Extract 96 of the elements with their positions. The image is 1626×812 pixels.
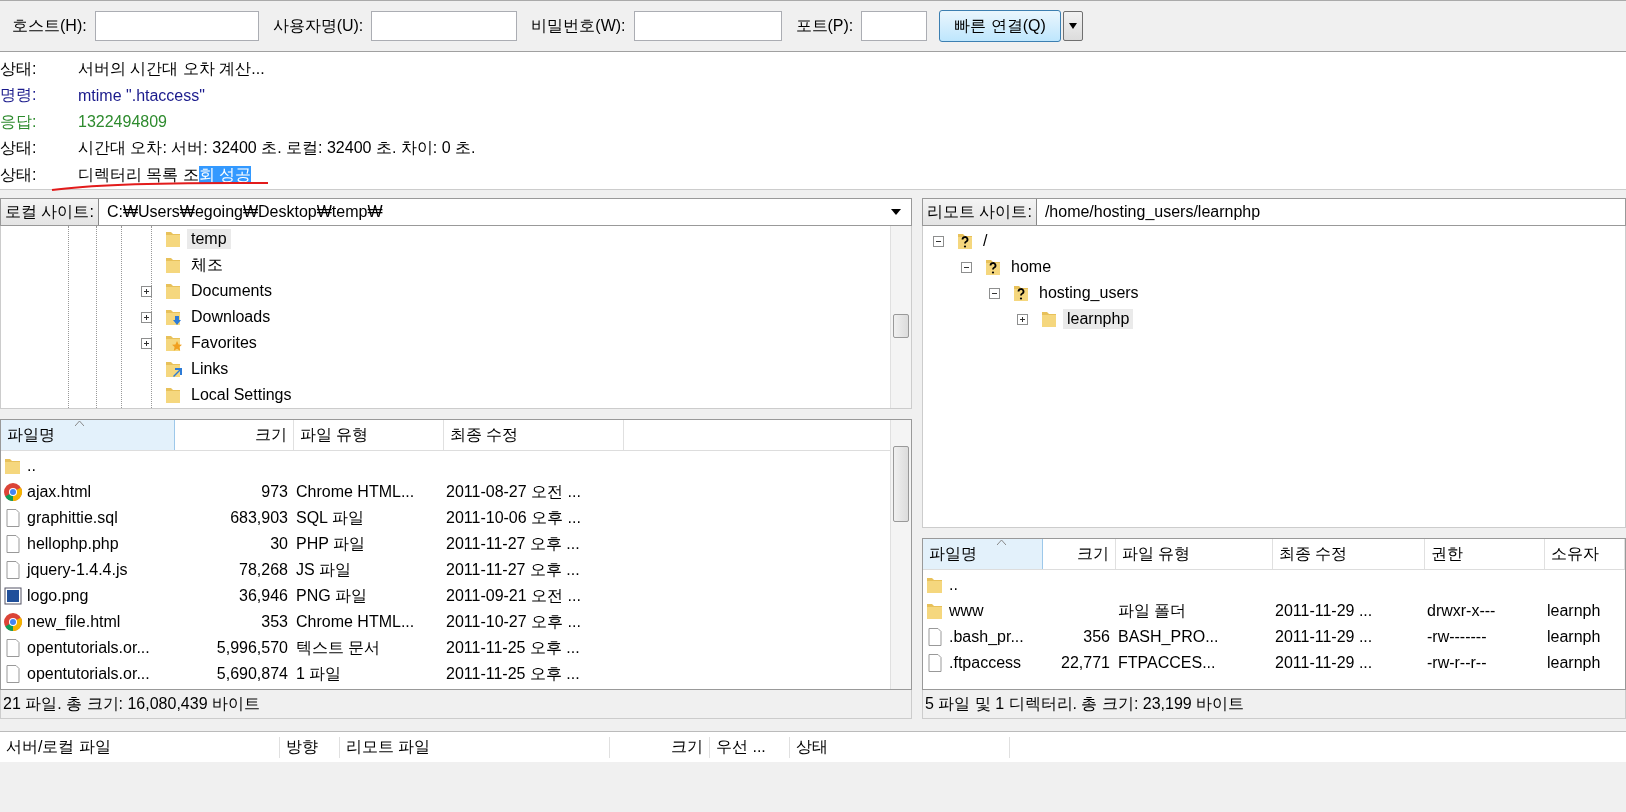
table-cell: Chrome HTML... (296, 613, 415, 631)
field-label: 호스트(H): (12, 15, 87, 36)
table-cell: 356 (1083, 628, 1110, 646)
table-cell: .. (27, 457, 36, 475)
status-text: 5 파일 및 1 디렉터리. 총 크기: 23,199 바이트 (925, 693, 1245, 714)
table-cell-text: 2011-10-27 오후 ... (446, 611, 581, 632)
table-cell: .bash_pr... (949, 628, 1024, 646)
field-label: 포트(P): (795, 15, 854, 36)
log-message: 시간대 오차: 서버: 32400 초. 로컬: 32400 초. 차이: 0 초. (78, 138, 476, 159)
tree-item[interactable]: Links (187, 359, 233, 379)
table-cell-text: SQL 파일 (296, 507, 364, 528)
table-cell: 2011-11-29 ... (1275, 628, 1373, 646)
log-message: 1322494809 (78, 113, 167, 132)
table-cell: opentutorials.or... (27, 639, 150, 657)
table-cell: learnph (1547, 628, 1601, 646)
log-label: 상태: (0, 138, 38, 159)
table-cell-text: 파일 폴더 (1118, 600, 1187, 621)
tree-item[interactable]: Documents (187, 281, 276, 301)
log-message: mtime ".htaccess" (78, 86, 205, 105)
log-message: 서버의 시간대 오차 계산... (78, 58, 265, 79)
table-cell: 973 (261, 483, 288, 501)
table-cell: FTPACCES... (1118, 654, 1216, 672)
table-cell: BASH_PRO... (1118, 628, 1219, 646)
table-cell: drwxr-x--- (1427, 602, 1496, 620)
table-cell: -rw-r--r-- (1427, 654, 1487, 672)
column-header[interactable]: 최종 수정 (444, 420, 624, 450)
tree-item[interactable]: 체조 (187, 253, 227, 277)
column-header[interactable]: 파일 유형 (294, 420, 444, 450)
table-cell: 2011-11-29 ... (1275, 654, 1373, 672)
table-cell: learnph (1547, 602, 1601, 620)
table-cell: new_file.html (27, 613, 121, 631)
table-cell: 683,903 (230, 509, 288, 527)
table-cell-text: 2011-11-27 오후 ... (446, 533, 580, 554)
table-cell: .ftpaccess (949, 654, 1022, 672)
table-cell: ajax.html (27, 483, 92, 501)
field-label: 사용자명(U): (272, 15, 364, 36)
table-cell-text: PNG 파일 (296, 585, 368, 606)
tree-item[interactable]: hosting_users (1035, 283, 1143, 303)
table-cell: 353 (261, 613, 288, 631)
table-cell-text: 2011-09-21 오전 ... (446, 585, 581, 606)
log-label: 명령: (0, 85, 38, 106)
table-cell: hellophp.php (27, 535, 119, 553)
column-header[interactable]: 크기 (610, 736, 710, 758)
status-text: 21 파일. 총 크기: 16,080,439 바이트 (3, 693, 260, 714)
log-label: 상태: (0, 164, 38, 185)
table-cell: Chrome HTML... (296, 483, 415, 501)
tree-item[interactable]: learnphp (1063, 309, 1134, 329)
column-header[interactable]: 방향 (280, 736, 340, 758)
column-header[interactable]: 상태 (790, 736, 1010, 758)
field-label: 비밀번호(W): (531, 15, 626, 36)
tree-item[interactable]: temp (187, 229, 231, 249)
column-header[interactable]: 우선 ... (710, 736, 790, 758)
table-cell: 22,771 (1061, 654, 1110, 672)
tree-item[interactable]: Downloads (187, 307, 275, 327)
table-cell-text: 2011-10-06 오후 ... (446, 507, 581, 528)
table-cell-text: 2011-11-25 오후 ... (446, 663, 580, 684)
column-header[interactable]: 소유자 (1545, 539, 1625, 569)
table-cell-text: 2011-11-25 오후 ... (446, 637, 580, 658)
table-cell: jquery-1.4.4.js (27, 561, 128, 579)
site-label: 로컬 사이트: (1, 199, 99, 225)
table-cell: 30 (270, 535, 288, 553)
table-cell-text: 2011-11-27 오후 ... (446, 559, 580, 580)
column-header[interactable]: 권한 (1425, 539, 1545, 569)
column-header[interactable]: 파일명 (923, 539, 1043, 569)
table-cell: 36,946 (239, 587, 288, 605)
table-cell-text: JS 파일 (296, 559, 352, 580)
column-header[interactable]: 리모트 파일 (340, 736, 610, 758)
table-cell: -rw------- (1427, 628, 1487, 646)
log-message: 디렉터리 목록 조회 성공 (78, 164, 252, 185)
column-header[interactable]: 최종 수정 (1273, 539, 1425, 569)
table-cell: opentutorials.or... (27, 665, 150, 683)
table-cell: .. (949, 576, 958, 594)
tree-item[interactable]: home (1007, 257, 1056, 277)
tree-item[interactable]: Favorites (187, 333, 261, 353)
column-header[interactable]: 파일명 (1, 420, 175, 450)
table-cell: 2011-11-29 ... (1275, 602, 1373, 620)
table-cell-text: 1 파일 (296, 663, 342, 684)
table-cell-text: PHP 파일 (296, 533, 366, 554)
table-cell: 5,996,570 (216, 639, 288, 657)
log-label: 상태: (0, 58, 38, 79)
tree-item[interactable]: / (979, 231, 992, 251)
column-header[interactable]: 크기 (175, 420, 294, 450)
column-header[interactable]: 서버/로컬 파일 (0, 736, 280, 758)
column-header[interactable]: 파일 유형 (1116, 539, 1273, 569)
log-label: 응답: (0, 111, 38, 132)
table-cell: graphittie.sql (27, 509, 118, 527)
column-header[interactable]: 크기 (1043, 539, 1116, 569)
tree-item[interactable]: Local Settings (187, 385, 296, 405)
table-cell: 78,268 (239, 561, 288, 579)
table-cell-text: 2011-08-27 오전 ... (446, 481, 581, 502)
table-cell: logo.png (27, 587, 89, 605)
table-cell: 5,690,874 (216, 665, 288, 683)
quick-connect-button[interactable]: 빠른 연결(Q) (939, 10, 1061, 42)
table-cell: www (949, 602, 984, 620)
table-cell: learnph (1547, 654, 1601, 672)
table-cell-text: 텍스트 문서 (296, 637, 381, 658)
